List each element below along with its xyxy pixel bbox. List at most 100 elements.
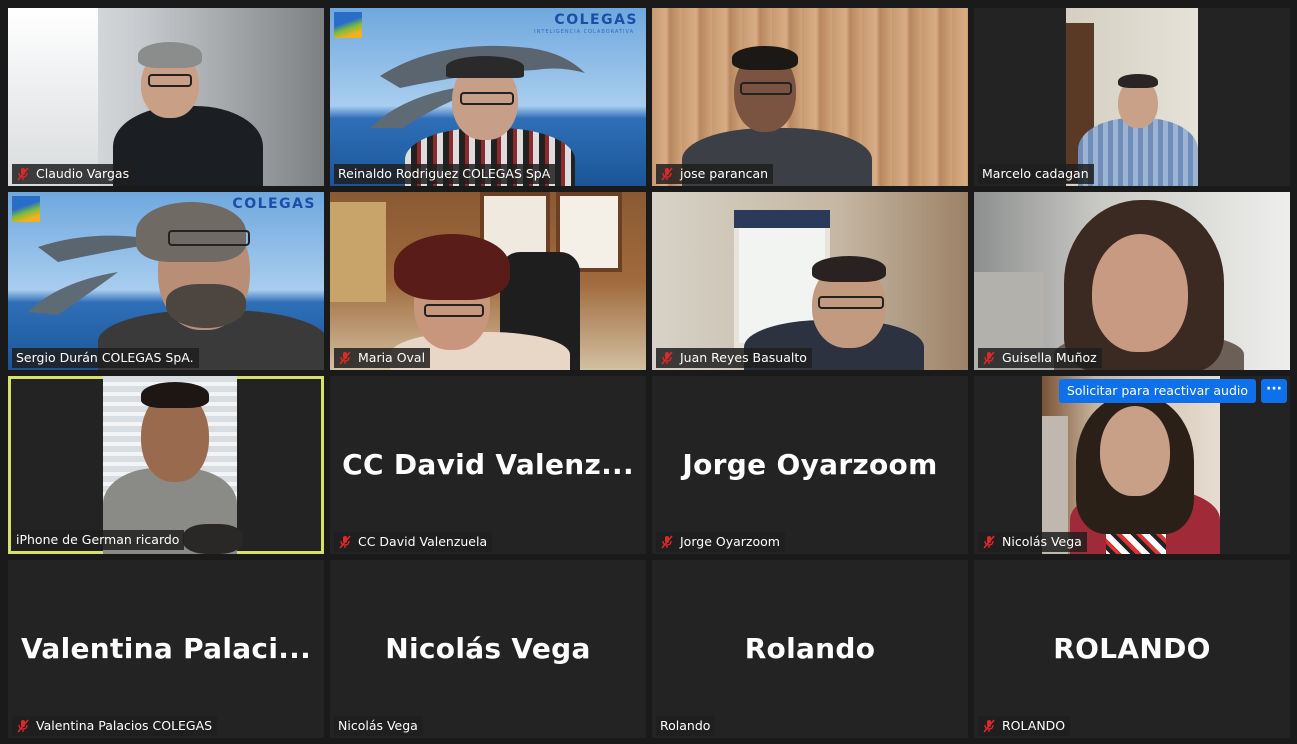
participant-tile[interactable]: COLEGAS INTELIGENCIA COLABORATIVA Reinal… (330, 8, 646, 186)
more-options-button[interactable]: ··· (1261, 379, 1287, 403)
participant-name-label: Juan Reyes Basualto (656, 348, 812, 368)
more-options-icon: ··· (1266, 381, 1282, 397)
participant-name-label: iPhone de German ricardo (12, 530, 185, 550)
participant-name: Sergio Durán COLEGAS SpA. (16, 350, 194, 365)
participant-display-name: Nicolás Vega (385, 632, 591, 665)
participant-video (974, 192, 1290, 370)
participant-tile[interactable]: Valentina Palaci... Valentina Palacios C… (8, 560, 324, 738)
participant-name: Maria Oval (358, 350, 426, 365)
participant-video: COLEGAS INTELIGENCIA COLABORATIVA (330, 8, 646, 186)
participant-video (8, 8, 324, 186)
participant-video (1066, 8, 1198, 186)
participant-name: jose parancan (680, 166, 769, 181)
participant-name: Jorge Oyarzoom (680, 534, 780, 549)
glasses (148, 74, 192, 87)
participant-name: Nicolás Vega (338, 718, 418, 733)
participant-name: Nicolás Vega (1002, 534, 1082, 549)
participant-name-label: Maria Oval (334, 348, 431, 368)
glasses (818, 296, 884, 309)
mic-muted-icon (339, 351, 351, 365)
participant-display-name: Rolando (744, 632, 876, 665)
background-logo-text: COLEGAS (232, 196, 316, 212)
mic-muted-icon (983, 535, 995, 549)
window-light (8, 8, 98, 186)
participant-display-name: Valentina Palaci... (20, 632, 312, 665)
person-head (1092, 234, 1188, 352)
participant-tile[interactable]: Marcelo cadagan (974, 8, 1290, 186)
person-head (1100, 406, 1170, 496)
person-hair (1118, 74, 1158, 88)
mic-muted-icon (339, 535, 351, 549)
participant-tile[interactable]: Claudio Vargas (8, 8, 324, 186)
participant-video (652, 8, 968, 186)
participant-name: Marcelo cadagan (982, 166, 1089, 181)
mic-muted-icon (661, 167, 673, 181)
participant-name-label: Sergio Durán COLEGAS SpA. (12, 348, 199, 368)
beard (166, 284, 246, 328)
participant-name-label: Guisella Muñoz (978, 348, 1102, 368)
mic-muted-icon (983, 719, 995, 733)
person-body (1078, 118, 1198, 186)
window-blind (734, 210, 830, 228)
person-hair (394, 234, 510, 300)
participant-video (330, 192, 646, 370)
participant-tile[interactable]: COLEGAS Sergio Durán COLEGAS SpA. (8, 192, 324, 370)
participant-name: Rolando (660, 718, 711, 733)
participant-name: Guisella Muñoz (1002, 350, 1097, 365)
participant-name-label: Nicolás Vega (978, 532, 1087, 552)
participant-name: Valentina Palacios COLEGAS (36, 718, 213, 733)
request-unmute-button[interactable]: Solicitar para reactivar audio (1058, 379, 1256, 403)
glasses (168, 230, 250, 246)
participant-name-label: Valentina Palacios COLEGAS (12, 716, 218, 736)
participant-display-name: Jorge Oyarzoom (682, 448, 938, 481)
person-hair (141, 382, 209, 408)
glasses (460, 92, 514, 105)
participant-video (103, 376, 243, 554)
participant-name-label: CC David Valenzuela (334, 532, 493, 552)
glasses (424, 304, 484, 317)
participant-name-label: Rolando (656, 716, 716, 736)
participant-name-label: Nicolás Vega (334, 716, 423, 736)
participant-video (652, 192, 968, 370)
participant-tile-active-speaker[interactable]: iPhone de German ricardo (8, 376, 324, 554)
glasses (740, 82, 792, 95)
participant-name-label: Marcelo cadagan (978, 164, 1094, 184)
framed-certificate (330, 202, 386, 302)
participant-tile[interactable]: Juan Reyes Basualto (652, 192, 968, 370)
person-hair (138, 42, 202, 68)
person-hair (812, 256, 886, 282)
participant-name-label: Reinaldo Rodriguez COLEGAS SpA (334, 164, 556, 184)
colegas-logo-icon (334, 12, 362, 38)
mic-muted-icon (17, 167, 29, 181)
mic-muted-icon (661, 535, 673, 549)
participant-tile[interactable]: Solicitar para reactivar audio ··· Nicol… (974, 376, 1290, 554)
participant-name: Reinaldo Rodriguez COLEGAS SpA (338, 166, 551, 181)
participant-tile[interactable]: Maria Oval (330, 192, 646, 370)
participant-tile[interactable]: Nicolás Vega Nicolás Vega (330, 560, 646, 738)
participant-tile[interactable]: CC David Valenz... CC David Valenzuela (330, 376, 646, 554)
participant-name: ROLANDO (1002, 718, 1066, 733)
person-body (113, 106, 263, 186)
mic-muted-icon (661, 351, 673, 365)
participant-name-label: Jorge Oyarzoom (656, 532, 785, 552)
participant-name: Claudio Vargas (36, 166, 130, 181)
mic-muted-icon (17, 719, 29, 733)
participant-tile[interactable]: ROLANDO ROLANDO (974, 560, 1290, 738)
participant-name: CC David Valenzuela (358, 534, 488, 549)
headset (446, 56, 524, 78)
participant-name-label: jose parancan (656, 164, 774, 184)
participant-name-label: ROLANDO (978, 716, 1071, 736)
participant-name: iPhone de German ricardo (16, 532, 180, 547)
participant-tile[interactable]: Guisella Muñoz (974, 192, 1290, 370)
phone-case (183, 524, 243, 554)
participant-tile[interactable]: Rolando Rolando (652, 560, 968, 738)
participant-name: Juan Reyes Basualto (680, 350, 807, 365)
participant-video: COLEGAS (8, 192, 324, 370)
participant-name-label: Claudio Vargas (12, 164, 135, 184)
participant-tile[interactable]: jose parancan (652, 8, 968, 186)
participant-display-name: ROLANDO (1053, 632, 1211, 665)
person-hair (732, 46, 798, 70)
gallery-grid: Claudio Vargas COLEGAS INTELIGENCIA COLA… (8, 8, 1292, 741)
participant-tile[interactable]: Jorge Oyarzoom Jorge Oyarzoom (652, 376, 968, 554)
mic-muted-icon (983, 351, 995, 365)
